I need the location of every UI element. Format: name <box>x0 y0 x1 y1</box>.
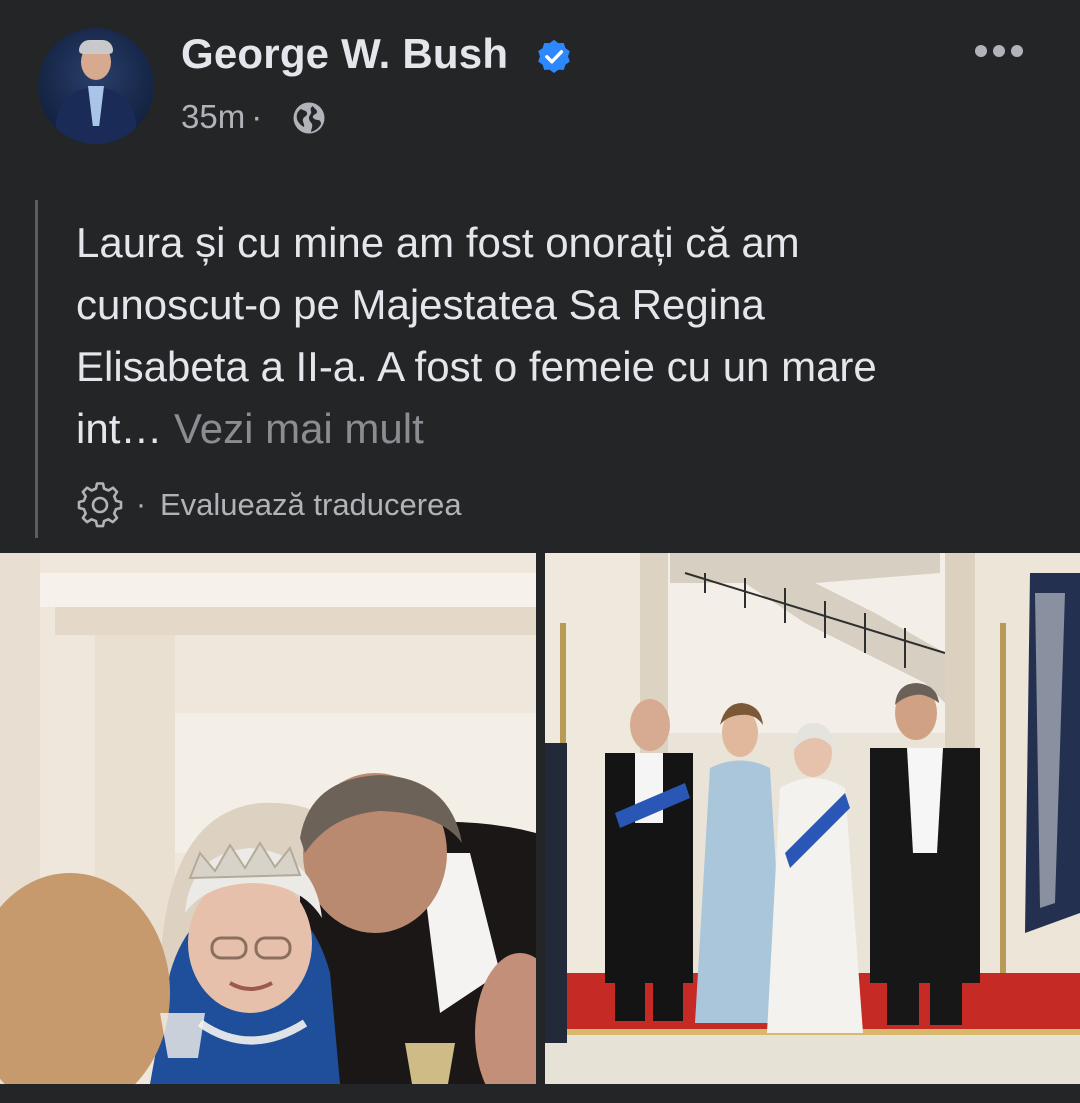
translation-bar: · Evaluează traducerea <box>76 480 462 530</box>
post-header: George W. Bush 35m · <box>0 0 1080 170</box>
truncated-text: int… <box>76 405 163 452</box>
photo-group-illustration <box>545 553 1080 1084</box>
author-name[interactable]: George W. Bush <box>181 30 508 78</box>
post-text-line-last: int… Vezi mai mult <box>76 398 1036 460</box>
post-timestamp[interactable]: 35m <box>181 98 245 135</box>
post-text-line: Elisabeta a II-a. A fost o femeie cu un … <box>76 343 877 390</box>
see-more-link[interactable]: Vezi mai mult <box>174 405 424 452</box>
post-text: Laura și cu mine am fost onorați că am c… <box>76 212 1036 460</box>
more-dot <box>1011 45 1023 57</box>
facebook-post: George W. Bush 35m · Laura și cu mine am … <box>0 0 1080 1103</box>
post-photo-dinner[interactable] <box>0 553 536 1084</box>
more-options-icon[interactable] <box>972 40 1026 62</box>
avatar-hair <box>79 40 113 54</box>
more-dot <box>993 45 1005 57</box>
post-bottom-strip <box>0 1084 1080 1103</box>
globe-icon[interactable] <box>292 101 326 135</box>
gear-icon[interactable] <box>76 481 124 529</box>
post-photo-group-portrait[interactable] <box>545 553 1080 1084</box>
meta-separator: · <box>251 98 263 135</box>
author-avatar[interactable] <box>38 28 154 144</box>
post-text-line: Laura și cu mine am fost onorați că am <box>76 219 800 266</box>
rate-translation-link[interactable]: Evaluează traducerea <box>160 487 462 523</box>
translation-separator: · <box>136 488 146 521</box>
more-dot <box>975 45 987 57</box>
photo-dinner-illustration <box>0 553 536 1084</box>
post-meta: 35m · <box>181 98 268 136</box>
post-text-line: cunoscut-o pe Majestatea Sa Regina <box>76 281 765 328</box>
translation-quote-bar <box>35 200 38 538</box>
verified-badge-icon <box>538 39 570 73</box>
